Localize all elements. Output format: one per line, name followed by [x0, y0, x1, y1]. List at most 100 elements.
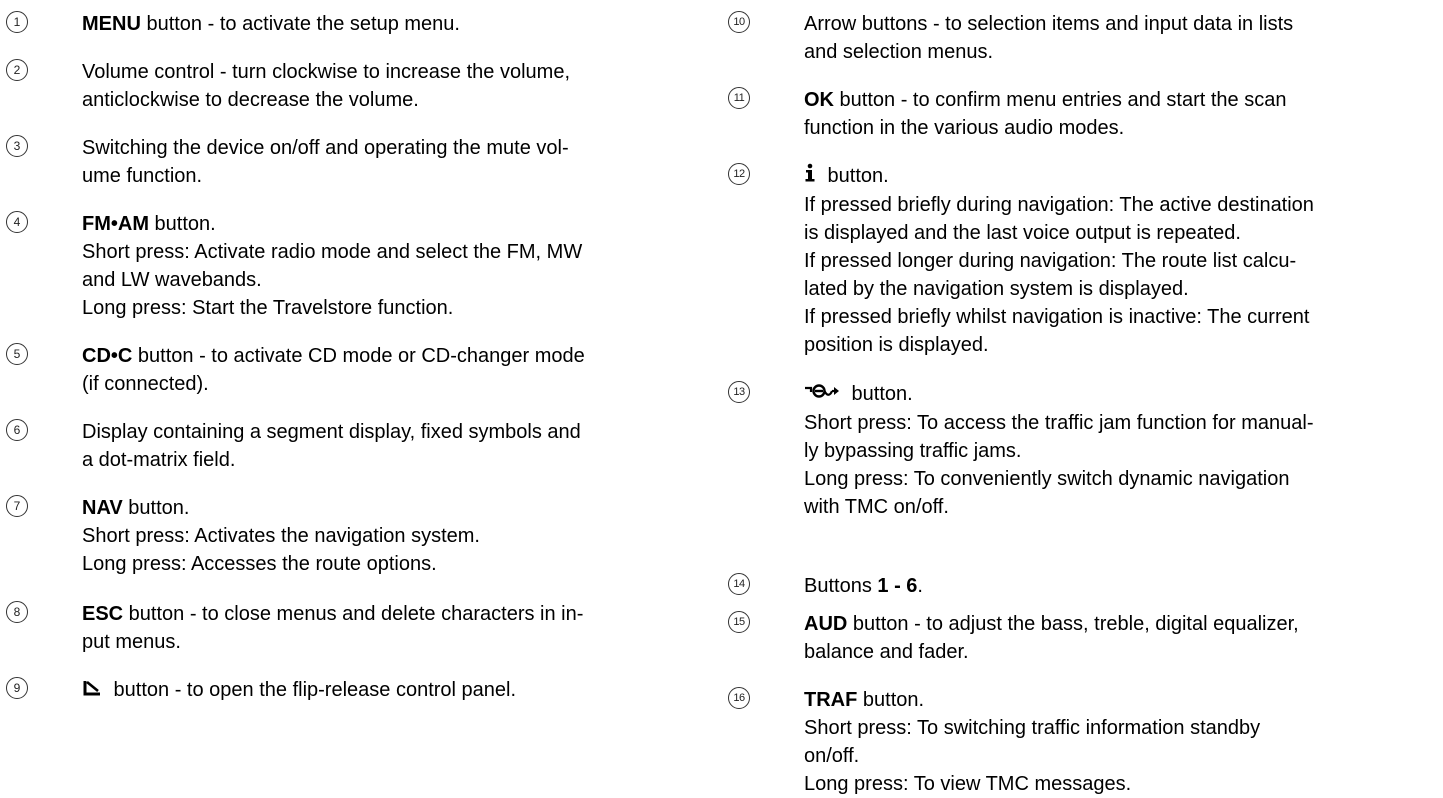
- line-text: button.: [122, 497, 190, 519]
- button-name: 1 - 6: [877, 575, 918, 597]
- item-description: button. Short press: To access the traffi…: [804, 380, 1442, 521]
- line-text: button - to confirm menu entries and sta…: [834, 89, 1287, 111]
- description-line: TRAF button.: [804, 686, 1442, 714]
- item-number-badge: 6: [6, 419, 28, 441]
- description-line: function in the various audio modes.: [804, 114, 1442, 142]
- button-name: TRAF: [804, 689, 858, 711]
- item-description: button - to open the flip-release contro…: [82, 676, 700, 705]
- description-line: If pressed longer during navigation: The…: [804, 247, 1442, 275]
- line-text: with TMC on/off.: [804, 495, 949, 518]
- item-number-badge: 16: [728, 687, 750, 709]
- line-text: Long press: To view TMC messages.: [804, 773, 1132, 795]
- flip-release-icon: [82, 677, 102, 705]
- item-description: Display containing a segment display, fi…: [82, 418, 700, 474]
- item-description: Switching the device on/off and operatin…: [82, 134, 700, 190]
- description-line: Long press: Accesses the route options.: [82, 550, 700, 578]
- item-number-badge: 12: [728, 163, 750, 185]
- traffic-jam-icon: [804, 381, 840, 409]
- description-line: button.: [804, 162, 1442, 191]
- item-description: MENU button - to activate the setup menu…: [82, 10, 700, 38]
- item-description: FM•AM button. Short press: Activate radio…: [82, 210, 700, 322]
- description-line: Short press: To switching traffic inform…: [804, 714, 1442, 742]
- line-text: button - to open the flip-release contro…: [108, 679, 517, 701]
- line-text: Display containing a segment display, fi…: [82, 421, 581, 443]
- item-number-badge: 9: [6, 677, 28, 699]
- line-text: Short press: To access the traffic jam f…: [804, 411, 1314, 434]
- line-text: Long press: Accesses the route options.: [82, 553, 437, 575]
- description-line: put menus.: [82, 628, 700, 656]
- description-line: lated by the navigation system is displa…: [804, 275, 1442, 303]
- description-line: If pressed briefly during navigation: Th…: [804, 191, 1442, 219]
- line-text: .: [917, 575, 923, 597]
- description-line: Short press: Activate radio mode and sel…: [82, 238, 700, 266]
- description-line: Long press: To conveniently switch dynam…: [804, 465, 1442, 493]
- description-line: position is displayed.: [804, 331, 1442, 359]
- item-number-badge: 1: [6, 11, 28, 33]
- description-line: balance and fader.: [804, 638, 1442, 666]
- line-text: (if connected).: [82, 373, 209, 395]
- item-number-badge: 3: [6, 135, 28, 157]
- line-text: Short press: Activates the navigation sy…: [82, 525, 480, 547]
- description-line: FM•AM button.: [82, 210, 700, 238]
- item-number-badge: 13: [728, 381, 750, 403]
- item-description: TRAF button. Short press: To switching tr…: [804, 686, 1442, 798]
- line-text: anticlockwise to decrease the volume.: [82, 89, 419, 111]
- line-text: Volume control - turn clockwise to incre…: [82, 61, 570, 83]
- line-text: is displayed and the last voice output i…: [804, 221, 1241, 244]
- button-name: NAV: [82, 497, 123, 519]
- description-line: Long press: Start the Travelstore functi…: [82, 294, 700, 322]
- button-name: MENU: [82, 13, 141, 35]
- description-line: NAV button.: [82, 494, 700, 522]
- line-text: If pressed longer during navigation: The…: [804, 249, 1297, 272]
- item-number-badge: 10: [728, 11, 750, 33]
- line-text: position is displayed.: [804, 333, 989, 356]
- description-line: on/off.: [804, 742, 1442, 770]
- item-number-badge: 4: [6, 211, 28, 233]
- item-number-badge: 7: [6, 495, 28, 517]
- item-description: Arrow buttons - to selection items and i…: [804, 10, 1442, 66]
- description-line: AUD button - to adjust the bass, treble,…: [804, 610, 1442, 638]
- item-description: AUD button - to adjust the bass, treble,…: [804, 610, 1442, 666]
- description-line: button.: [804, 380, 1442, 409]
- item-number-badge: 11: [728, 87, 750, 109]
- item-description: NAV button. Short press: Activates the na…: [82, 494, 700, 578]
- item-number-badge: 8: [6, 601, 28, 623]
- description-line: Display containing a segment display, fi…: [82, 418, 700, 446]
- description-line: ume function.: [82, 162, 700, 190]
- description-line: is displayed and the last voice output i…: [804, 219, 1442, 247]
- description-line: CD•C button - to activate CD mode or CD-…: [82, 342, 700, 370]
- button-name: ESC: [82, 603, 124, 625]
- line-text: button.: [822, 165, 889, 187]
- line-text: ume function.: [82, 165, 203, 187]
- line-text: Short press: Activate radio mode and sel…: [82, 241, 583, 263]
- line-text: lated by the navigation system is displa…: [804, 277, 1189, 300]
- description-line: If pressed briefly whilst navigation is …: [804, 303, 1442, 331]
- line-text: button.: [846, 383, 913, 405]
- description-line: Short press: Activates the navigation sy…: [82, 522, 700, 550]
- line-text: and LW wavebands.: [82, 269, 262, 291]
- button-name: CD•C: [82, 345, 133, 367]
- line-text: button - to activate CD mode or CD-chang…: [132, 345, 585, 367]
- item-description: CD•C button - to activate CD mode or CD-…: [82, 342, 700, 398]
- line-text: button - to close menus and delete chara…: [123, 603, 584, 625]
- description-line: a dot-matrix field.: [82, 446, 700, 474]
- line-text: Arrow buttons - to selection items and i…: [804, 13, 1294, 35]
- item-description: Volume control - turn clockwise to incre…: [82, 58, 700, 114]
- line-text: button - to activate the setup menu.: [140, 13, 460, 35]
- line-text: Long press: To conveniently switch dynam…: [804, 467, 1290, 490]
- line-text: put menus.: [82, 631, 181, 653]
- line-text: button.: [857, 689, 925, 711]
- item-number-badge: 2: [6, 59, 28, 81]
- item-description: button. If pressed briefly during navigat…: [804, 162, 1442, 359]
- line-text: Buttons: [804, 575, 878, 597]
- description-line: Long press: To view TMC messages.: [804, 770, 1442, 798]
- line-text: and selection menus.: [804, 41, 994, 63]
- line-text: Long press: Start the Travelstore functi…: [82, 297, 454, 319]
- description-line: ly bypassing traffic jams.: [804, 437, 1442, 465]
- button-name: OK: [804, 89, 834, 111]
- line-text: ly bypassing traffic jams.: [804, 439, 1022, 462]
- info-icon: [804, 163, 816, 191]
- description-line: Switching the device on/off and operatin…: [82, 134, 700, 162]
- item-description: ESC button - to close menus and delete c…: [82, 600, 700, 656]
- description-line: and selection menus.: [804, 38, 1442, 66]
